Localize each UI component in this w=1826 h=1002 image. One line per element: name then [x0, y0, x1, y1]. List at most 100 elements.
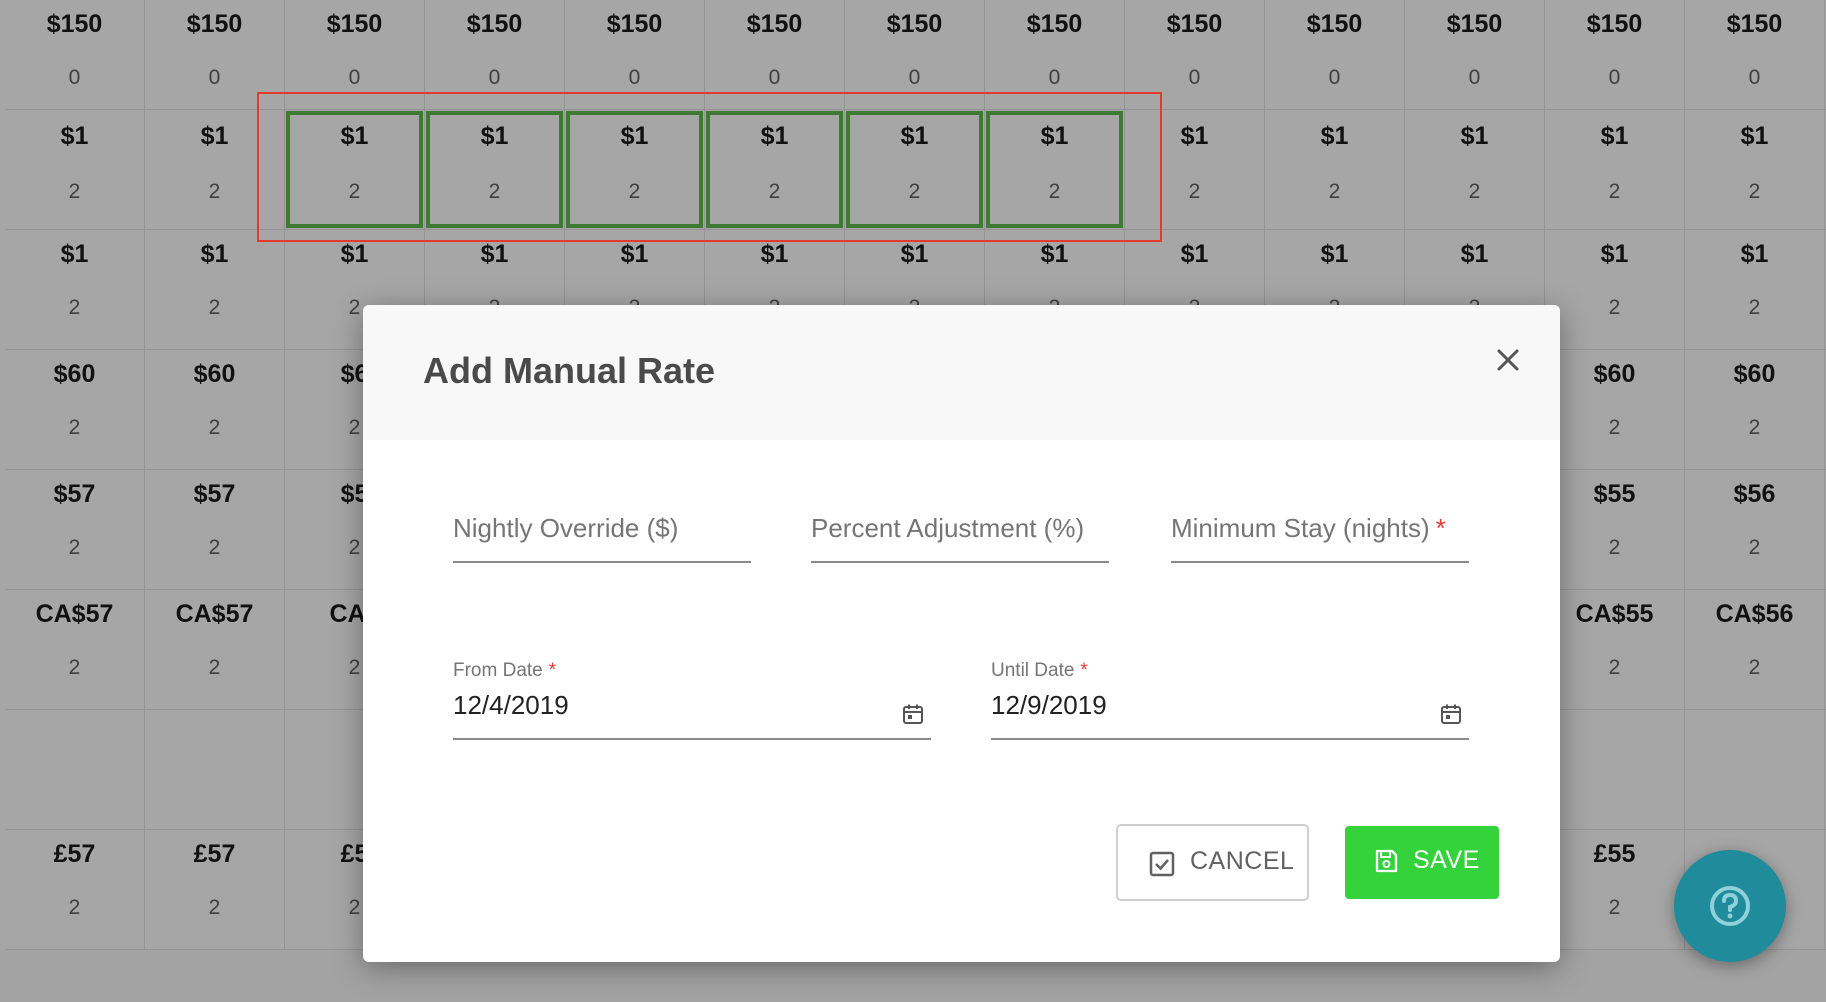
until-date-label-text: Until Date — [991, 660, 1075, 681]
nightly-price: $60 — [1733, 360, 1776, 388]
minimum-stay-value: 2 — [1468, 180, 1481, 203]
minimum-stay-value: 2 — [1048, 180, 1061, 203]
calendar-day-cell[interactable]: CA$55 2 — [1545, 590, 1685, 710]
nightly-price: CA$57 — [35, 600, 114, 628]
cancel-label: CANCEL — [1190, 847, 1295, 875]
nightly-price: $1 — [1180, 122, 1209, 150]
calendar-day-cell[interactable]: $150 0 — [285, 0, 425, 110]
calendar-day-cell[interactable]: $150 0 — [1265, 0, 1405, 110]
calendar-icon[interactable] — [901, 702, 925, 726]
percent-adjustment-field[interactable]: Percent Adjustment (%) — [811, 505, 1109, 563]
calendar-day-cell[interactable]: CA$56 2 — [1685, 590, 1825, 710]
nightly-price: $1 — [1740, 240, 1769, 268]
calendar-day-cell[interactable]: $1 2 — [1545, 230, 1685, 350]
calendar-day-cell[interactable]: $1 2 — [1405, 110, 1545, 230]
calendar-day-cell[interactable] — [1545, 710, 1685, 830]
calendar-day-cell[interactable]: $1 2 — [1685, 230, 1825, 350]
calendar-day-cell[interactable]: $60 2 — [1685, 350, 1825, 470]
calendar-day-cell[interactable]: $150 0 — [845, 0, 985, 110]
from-date-label-text: From Date — [453, 660, 543, 681]
from-date-label: From Date * — [453, 660, 556, 682]
calendar-day-cell[interactable]: $1 2 — [425, 110, 565, 230]
calendar-day-cell[interactable]: $1 2 — [705, 110, 845, 230]
calendar-day-cell[interactable]: $150 0 — [1545, 0, 1685, 110]
calendar-day-cell[interactable]: $1 2 — [1545, 110, 1685, 230]
minimum-stay-value: 0 — [768, 66, 781, 89]
until-date-field[interactable]: Until Date * 12/9/2019 — [991, 660, 1469, 740]
calendar-day-cell[interactable] — [5, 710, 145, 830]
calendar-icon[interactable] — [1439, 702, 1463, 726]
dialog-header: Add Manual Rate — [363, 305, 1560, 440]
calendar-day-cell[interactable]: $150 0 — [1685, 0, 1825, 110]
calendar-day-cell[interactable]: $150 0 — [565, 0, 705, 110]
nightly-price: $60 — [193, 360, 236, 388]
calendar-day-cell[interactable]: $1 2 — [1685, 110, 1825, 230]
calendar-day-cell[interactable]: CA$57 2 — [5, 590, 145, 710]
calendar-row: $1 2 $1 2 $1 2 $1 2 $1 2 $1 2 $1 2 $1 2 $1 2 $1 2 $1 2 $1 2 $1 2 — [5, 110, 1826, 230]
nightly-price: $1 — [1040, 122, 1069, 150]
minimum-stay-value: 2 — [1328, 180, 1341, 203]
nightly-price: £55 — [1593, 840, 1636, 868]
calendar-day-cell[interactable]: £55 2 — [1545, 830, 1685, 950]
calendar-day-cell[interactable]: $1 2 — [1125, 110, 1265, 230]
minimum-stay-value: 0 — [628, 66, 641, 89]
calendar-day-cell[interactable]: $1 2 — [145, 230, 285, 350]
calendar-day-cell[interactable]: $60 2 — [5, 350, 145, 470]
minimum-stay-field[interactable]: Minimum Stay (nights) * — [1171, 505, 1469, 563]
checkbox-icon — [1149, 851, 1175, 877]
from-date-field[interactable]: From Date * 12/4/2019 — [453, 660, 931, 740]
calendar-day-cell[interactable]: $150 0 — [1125, 0, 1265, 110]
calendar-day-cell[interactable]: $57 2 — [5, 470, 145, 590]
minimum-stay-value: 0 — [348, 66, 361, 89]
calendar-day-cell[interactable]: $1 2 — [145, 110, 285, 230]
help-button[interactable] — [1674, 850, 1786, 962]
nightly-price: $150 — [1026, 10, 1083, 38]
calendar-day-cell[interactable] — [145, 710, 285, 830]
save-button[interactable]: SAVE — [1345, 826, 1499, 899]
nightly-price: $150 — [746, 10, 803, 38]
calendar-day-cell[interactable]: $150 0 — [425, 0, 565, 110]
required-asterisk: * — [548, 660, 557, 681]
nightly-price: $150 — [1446, 10, 1503, 38]
calendar-day-cell[interactable] — [1685, 710, 1825, 830]
from-date-value: 12/4/2019 — [453, 690, 569, 720]
calendar-day-cell[interactable]: $1 2 — [985, 110, 1125, 230]
calendar-day-cell[interactable]: $150 0 — [145, 0, 285, 110]
calendar-day-cell[interactable]: $1 2 — [285, 110, 425, 230]
minimum-stay-value: 2 — [488, 180, 501, 203]
nightly-price: $1 — [60, 122, 89, 150]
nightly-price: $1 — [200, 240, 229, 268]
nightly-price: $150 — [326, 10, 383, 38]
calendar-day-cell[interactable]: £57 2 — [145, 830, 285, 950]
nightly-override-field[interactable]: Nightly Override ($) — [453, 505, 751, 563]
minimum-stay-value: 0 — [1748, 66, 1761, 89]
calendar-day-cell[interactable]: $1 2 — [565, 110, 705, 230]
calendar-day-cell[interactable]: $150 0 — [1405, 0, 1545, 110]
question-circle-icon — [1710, 886, 1750, 926]
nightly-price: $1 — [1320, 240, 1349, 268]
calendar-day-cell[interactable]: $1 2 — [845, 110, 985, 230]
calendar-day-cell[interactable]: $150 0 — [705, 0, 845, 110]
calendar-day-cell[interactable]: $60 2 — [1545, 350, 1685, 470]
calendar-day-cell[interactable]: CA$57 2 — [145, 590, 285, 710]
calendar-day-cell[interactable]: $1 2 — [5, 110, 145, 230]
calendar-day-cell[interactable]: $1 2 — [1265, 110, 1405, 230]
nightly-price: $150 — [886, 10, 943, 38]
nightly-price: $1 — [760, 122, 789, 150]
calendar-day-cell[interactable]: £57 2 — [5, 830, 145, 950]
close-button[interactable] — [1491, 343, 1525, 377]
minimum-stay-value: 2 — [68, 656, 81, 679]
calendar-day-cell[interactable]: $57 2 — [145, 470, 285, 590]
calendar-day-cell[interactable]: $56 2 — [1685, 470, 1825, 590]
calendar-day-cell[interactable]: $150 0 — [5, 0, 145, 110]
calendar-day-cell[interactable]: $150 0 — [985, 0, 1125, 110]
minimum-stay-value: 0 — [1468, 66, 1481, 89]
calendar-day-cell[interactable]: $60 2 — [145, 350, 285, 470]
save-label: SAVE — [1413, 846, 1480, 874]
calendar-day-cell[interactable]: $55 2 — [1545, 470, 1685, 590]
calendar-day-cell[interactable]: $1 2 — [5, 230, 145, 350]
cancel-button[interactable]: CANCEL — [1116, 824, 1309, 901]
nightly-price: $150 — [46, 10, 103, 38]
minimum-stay-value: 2 — [68, 416, 81, 439]
nightly-price: $1 — [1320, 122, 1349, 150]
